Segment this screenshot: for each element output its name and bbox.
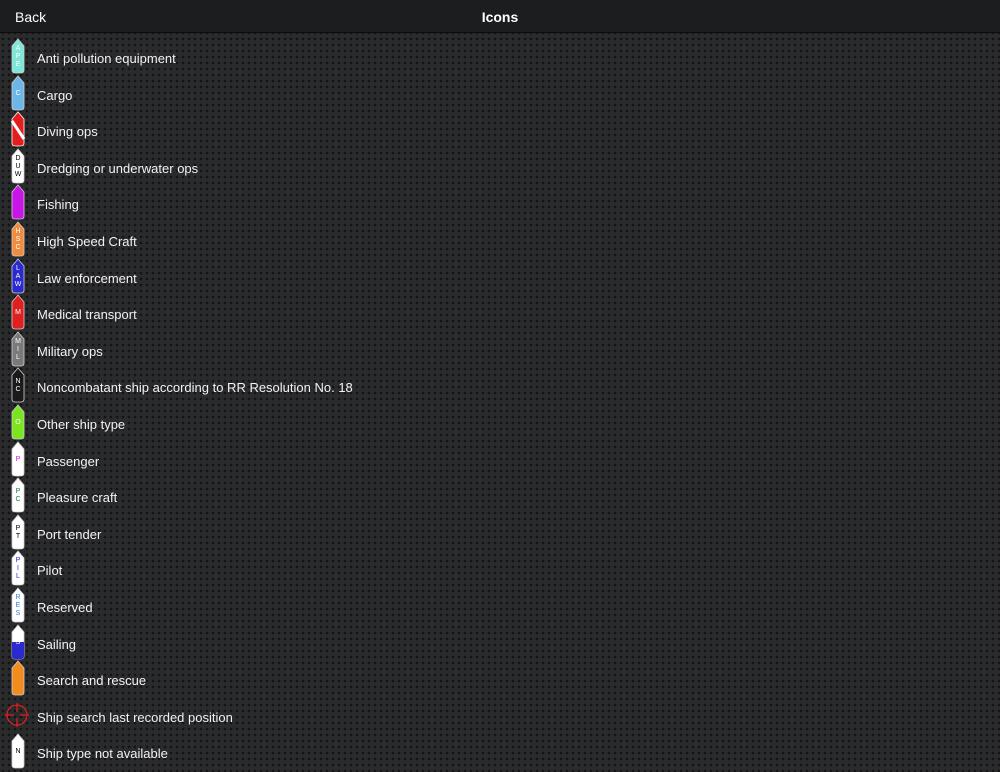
list-item[interactable]: R E S Reserved (0, 587, 1000, 626)
passenger-ship-icon: P (8, 439, 28, 477)
list-item-label: Dredging or underwater ops (37, 160, 199, 176)
pilot-ship-icon: PIL (8, 548, 28, 586)
list-item[interactable]: M I L Military ops (0, 331, 1000, 370)
svg-text:M: M (15, 309, 21, 316)
sailing-ship-icon: S (8, 622, 28, 660)
list-item[interactable]: M Medical transport (0, 294, 1000, 333)
list-item-label: Port tender (37, 526, 102, 542)
page-title: Icons (481, 9, 519, 25)
military-ship-icon: MIL (8, 329, 28, 367)
list-item[interactable]: Fishing (0, 184, 1000, 223)
svg-text:P: P (16, 456, 21, 463)
svg-text:S: S (16, 236, 21, 243)
list-item[interactable]: P Passenger (0, 440, 1000, 480)
search-and-rescue-ship-icon (8, 658, 28, 696)
svg-text:P: P (16, 488, 21, 495)
list-item[interactable]: P T Port tender (0, 514, 1000, 553)
list-item-label: High Speed Craft (37, 233, 137, 249)
list-item-label: Military ops (37, 343, 103, 359)
list-item-label: Other ship type (37, 416, 126, 432)
cargo-ship-icon: C (8, 73, 28, 111)
svg-text:C: C (15, 244, 20, 251)
dredging-ship-icon: DUW (8, 146, 28, 184)
list-item-label: Fishing (37, 197, 79, 213)
svg-text:S: S (16, 639, 21, 646)
svg-text:C: C (15, 496, 20, 503)
list-item[interactable]: Diving ops (0, 111, 1000, 150)
list-item[interactable]: L A W Law enforcement (0, 257, 1000, 297)
crosshair-icon (5, 695, 29, 733)
svg-text:C: C (15, 386, 20, 393)
medical-transport-ship-icon: M (8, 292, 28, 330)
svg-text:N: N (15, 378, 20, 385)
list-item[interactable]: A P E Anti pollution equipment (0, 38, 1000, 77)
list-item-label: Noncombatant ship according to RR Resolu… (37, 380, 353, 396)
svg-text:P: P (16, 525, 21, 532)
svg-text:I: I (17, 346, 19, 353)
list-item-label: Pleasure craft (37, 490, 118, 506)
svg-text:L: L (16, 573, 20, 580)
svg-text:W: W (15, 281, 22, 288)
law-enforcement-ship-icon: LAW (8, 256, 28, 294)
other-ship-type-icon: O (8, 402, 28, 440)
navigation-bar: Back Icons (0, 0, 1000, 33)
list-item-label: Medical transport (37, 307, 137, 323)
list-item-label: Search and rescue (37, 673, 147, 689)
port-tender-ship-icon: PT (8, 512, 28, 550)
list-item[interactable]: C Cargo (0, 74, 1000, 114)
reserved-ship-icon: RES (8, 585, 28, 623)
pleasure-craft-ship-icon: PC (8, 475, 28, 513)
list-item[interactable]: Search and rescue (0, 660, 1000, 699)
svg-text:W: W (15, 171, 22, 178)
svg-text:A: A (16, 45, 21, 52)
svg-text:E: E (16, 61, 21, 68)
svg-text:U: U (15, 163, 20, 170)
svg-text:E: E (16, 602, 21, 609)
list-item[interactable]: S Sailing (0, 623, 1000, 663)
list-item-label: Reserved (37, 599, 93, 615)
list-item-label: Ship search last recorded position (37, 709, 233, 725)
list-item[interactable]: N Ship type not available (0, 733, 1000, 772)
svg-text:S: S (16, 610, 21, 617)
list-item-label: Sailing (37, 636, 77, 652)
diving-ship-icon (8, 109, 28, 147)
list-item-label: Diving ops (37, 124, 98, 140)
svg-text:N: N (15, 748, 20, 755)
svg-text:P: P (16, 557, 21, 564)
list-item[interactable]: Ship search last recorded position (0, 699, 1000, 736)
svg-text:L: L (16, 265, 20, 272)
list-item[interactable]: D U W Dredging or underwater ops (0, 148, 1000, 187)
fishing-ship-icon (8, 182, 28, 220)
list-item[interactable]: H S C High Speed Craft (0, 221, 1000, 260)
svg-text:D: D (15, 155, 20, 162)
svg-text:T: T (16, 533, 21, 540)
icons-list: A P E Anti pollution equipment C Cargo Diving… (0, 38, 1000, 772)
svg-text:L: L (16, 354, 20, 361)
list-item[interactable]: P C Pleasure craft (0, 477, 1000, 516)
list-item[interactable]: N C Noncombatant ship according to RR Reso… (0, 367, 1000, 406)
svg-text:C: C (15, 90, 20, 97)
svg-text:A: A (16, 273, 21, 280)
svg-text:H: H (15, 228, 20, 235)
svg-text:I: I (17, 565, 19, 572)
list-item-label: Ship type not available (37, 746, 168, 762)
list-item-label: Passenger (37, 453, 100, 469)
noncombatant-ship-icon: NC (8, 365, 28, 403)
anti-pollution-ship-icon: APE (8, 36, 28, 74)
list-item-label: Anti pollution equipment (37, 51, 176, 66)
svg-text:R: R (15, 594, 20, 601)
ship-type-not-available-icon: N (8, 731, 28, 769)
svg-text:P: P (16, 53, 21, 60)
svg-text:O: O (15, 419, 21, 426)
high-speed-craft-ship-icon: HSC (8, 219, 28, 257)
list-item[interactable]: O Other ship type (0, 404, 1000, 443)
list-item-label: Pilot (37, 563, 63, 579)
list-item-label: Cargo (37, 87, 73, 103)
list-item[interactable]: P I L Pilot (0, 550, 1000, 589)
list-item-label: Law enforcement (37, 270, 137, 286)
svg-text:M: M (15, 338, 21, 345)
